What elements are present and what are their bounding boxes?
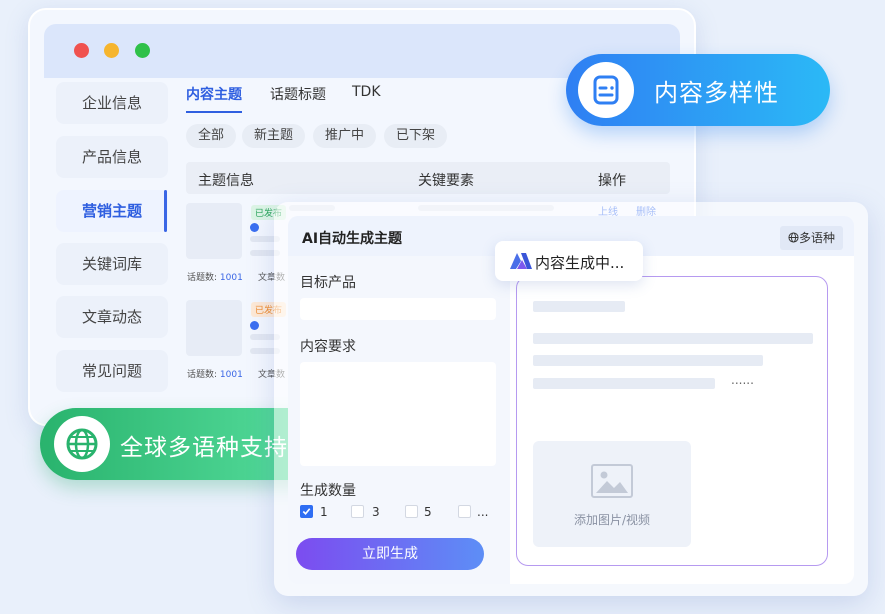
document-icon [578, 62, 634, 118]
multilanguage-button-label: 多语种 [799, 231, 836, 245]
globe-icon [54, 416, 110, 472]
tab-content-topics[interactable]: 内容主题 [186, 84, 242, 104]
column-header-key-elements: 关键要素 [418, 173, 474, 189]
sidebar-item-company-info[interactable]: 企业信息 [56, 82, 168, 124]
sidebar-item-marketing-topics[interactable]: 营销主题 [56, 190, 168, 232]
multilanguage-button[interactable]: 多语种 [780, 226, 844, 250]
quantity-option-label: 1 [320, 505, 328, 519]
table-header: 主题信息 关键要素 操作 [186, 162, 670, 194]
sidebar-active-indicator [164, 190, 167, 232]
sidebar-item-product-info[interactable]: 产品信息 [56, 136, 168, 178]
placeholder-bar [533, 355, 763, 366]
add-media-button[interactable]: 添加图片/视频 [533, 441, 691, 547]
quantity-checkbox-5[interactable] [405, 505, 418, 518]
add-media-label: 添加图片/视频 [573, 513, 651, 527]
column-header-topic-info: 主题信息 [198, 173, 254, 189]
content-diversity-badge: 内容多样性 [566, 54, 830, 126]
active-tab-underline [186, 111, 242, 113]
sidebar-item-article-news[interactable]: 文章动态 [56, 296, 168, 338]
content-diversity-label: 内容多样性 [654, 79, 779, 107]
globe-icon [788, 232, 799, 243]
topic-thumbnail [186, 203, 242, 259]
multilanguage-label: 全球多语种支持 [120, 435, 288, 461]
ai-logo-icon [510, 253, 532, 269]
topic-count: 话题数: 1001 [187, 273, 243, 283]
quantity-checkbox-more[interactable] [458, 505, 471, 518]
maximize-window-button[interactable] [135, 43, 150, 58]
placeholder-bar [533, 333, 813, 344]
generate-now-button[interactable]: 立即生成 [296, 538, 484, 570]
filter-chip-all[interactable]: 全部 [186, 124, 237, 148]
quantity-option-label: 3 [372, 505, 380, 519]
sidebar-item-faq[interactable]: 常见问题 [56, 350, 168, 392]
topic-thumbnail [186, 300, 242, 356]
filter-chip-promoting[interactable]: 推广中 [313, 124, 377, 148]
quantity-option-label: 5 [424, 505, 432, 519]
quantity-label: 生成数量 [300, 483, 356, 499]
target-product-field[interactable] [300, 298, 496, 320]
tab-tdk[interactable]: TDK [352, 84, 381, 100]
placeholder-bar [533, 378, 715, 389]
generation-preview-box: ...... 添加图片/视频 [516, 276, 828, 566]
quantity-checkbox-1[interactable] [300, 505, 313, 518]
quantity-checkbox-3[interactable] [351, 505, 364, 518]
generating-status: 内容生成中... [495, 241, 643, 281]
content-requirement-field[interactable] [300, 362, 496, 466]
minimize-window-button[interactable] [104, 43, 119, 58]
tab-topic-titles[interactable]: 话题标题 [270, 84, 326, 104]
quantity-option-label: ... [477, 505, 489, 519]
placeholder-bar [533, 301, 625, 312]
preview-ellipsis: ...... [731, 373, 754, 387]
filter-chip-offline[interactable]: 已下架 [384, 124, 448, 148]
dialog-title: AI自动生成主题 [302, 231, 403, 247]
close-window-button[interactable] [74, 43, 89, 58]
content-requirement-label: 内容要求 [300, 339, 356, 355]
target-product-label: 目标产品 [300, 275, 356, 291]
sidebar-item-keyword-library[interactable]: 关键词库 [56, 243, 168, 285]
column-header-actions: 操作 [598, 173, 626, 189]
generating-label: 内容生成中... [535, 254, 625, 272]
filter-chip-new[interactable]: 新主题 [242, 124, 306, 148]
language-icon [250, 223, 259, 232]
language-icon [250, 321, 259, 330]
topic-count: 话题数: 1001 [187, 370, 243, 380]
image-icon [591, 464, 633, 498]
